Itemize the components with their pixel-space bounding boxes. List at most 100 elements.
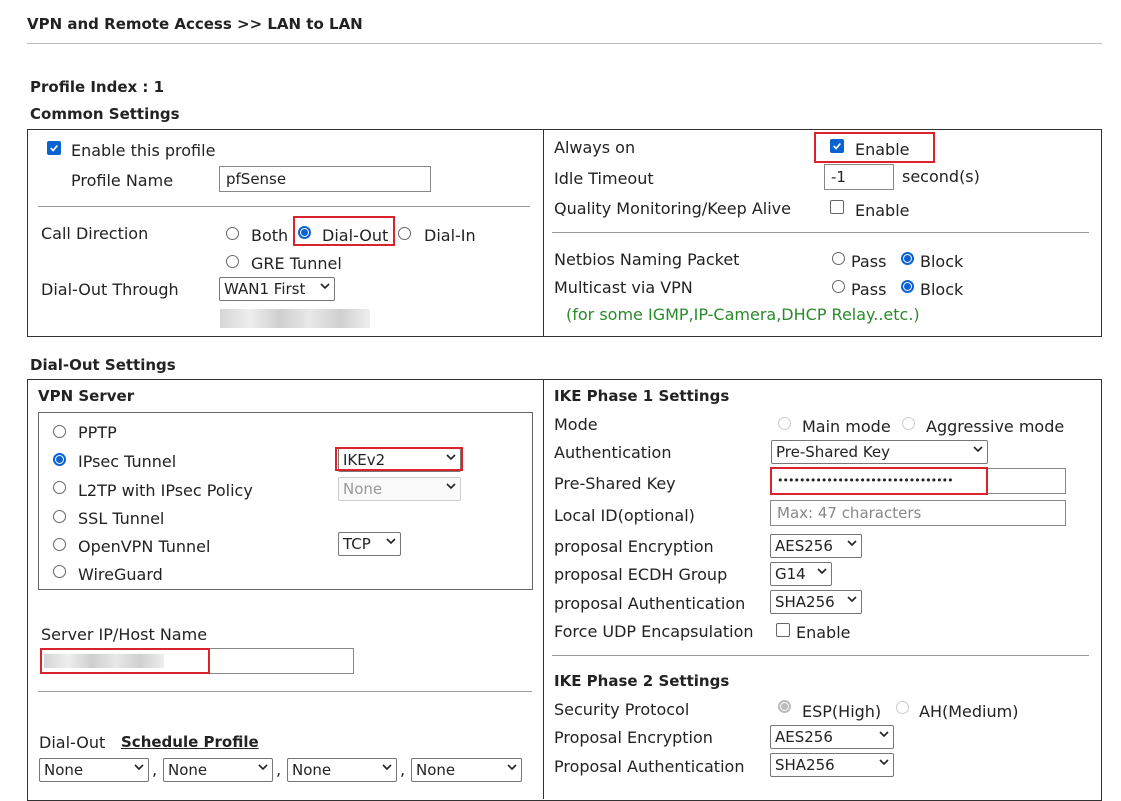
vpn-pptp-radio[interactable] — [53, 425, 66, 438]
ike2-enc-select[interactable]: AES256 — [770, 725, 894, 749]
ike1-aggressive-mode-label: Aggressive mode — [926, 417, 1065, 436]
enable-profile-checkbox[interactable] — [47, 141, 61, 155]
schedule-sep-2: , — [276, 760, 282, 779]
ike1-auth2-value: SHA256 — [775, 593, 835, 611]
ike1-auth-select[interactable]: Pre-Shared Key — [771, 440, 988, 464]
server-divider — [38, 691, 532, 692]
vpn-ssl-radio[interactable] — [53, 510, 66, 523]
ike1-auth2-select[interactable]: SHA256 — [770, 590, 862, 614]
chevron-down-icon — [320, 281, 330, 291]
netbios-label: Netbios Naming Packet — [554, 250, 740, 269]
ike1-local-id-label: Local ID(optional) — [554, 506, 695, 525]
multicast-pass-radio[interactable] — [832, 280, 845, 293]
ike1-udp-enable-label: Enable — [796, 623, 851, 642]
vpn-wireguard-radio[interactable] — [53, 565, 66, 578]
ike2-auth-value: SHA256 — [775, 756, 835, 774]
dialout-schedule-label: Dial-Out — [39, 733, 106, 752]
dialout-settings-title: Dial-Out Settings — [30, 356, 176, 374]
ike1-ecdh-label: proposal ECDH Group — [554, 565, 728, 584]
multicast-pass-label: Pass — [851, 280, 887, 299]
openvpn-proto-select[interactable]: TCP — [338, 532, 401, 556]
ike1-psk-label: Pre-Shared Key — [554, 474, 676, 493]
dialout-column-divider — [543, 379, 544, 799]
idle-timeout-unit: second(s) — [902, 167, 980, 186]
dial-out-through-label: Dial-Out Through — [41, 280, 179, 299]
chevron-down-icon — [879, 757, 889, 767]
common-settings-title: Common Settings — [30, 105, 180, 123]
quality-monitoring-enable-label: Enable — [855, 201, 910, 220]
schedule-profile-link[interactable]: Schedule Profile — [121, 733, 259, 751]
ike1-enc-value: AES256 — [775, 537, 833, 555]
ike1-main-mode-label: Main mode — [802, 417, 891, 436]
chevron-down-icon — [817, 566, 827, 576]
vpn-openvpn-radio[interactable] — [53, 538, 66, 551]
vpn-openvpn-label: OpenVPN Tunnel — [78, 537, 211, 556]
l2tp-policy-select[interactable]: None — [338, 477, 461, 501]
quality-monitoring-checkbox[interactable] — [830, 200, 844, 214]
ike1-main-mode-radio[interactable] — [778, 417, 791, 430]
chevron-down-icon — [386, 536, 396, 546]
ipsec-mode-highlight — [335, 447, 463, 471]
schedule-value-3: None — [292, 761, 332, 779]
vpn-ipsec-radio[interactable] — [53, 453, 66, 466]
ike2-esp-label: ESP(High) — [802, 702, 882, 721]
common-column-divider — [543, 129, 544, 336]
call-direction-dialin-label: Dial-In — [424, 226, 476, 245]
vpn-server-title: VPN Server — [38, 387, 135, 405]
ike1-title: IKE Phase 1 Settings — [554, 387, 730, 405]
call-direction-label: Call Direction — [41, 224, 149, 243]
ike1-auth-value: Pre-Shared Key — [776, 443, 891, 461]
ike1-udp-checkbox[interactable] — [776, 623, 790, 637]
call-direction-both-radio[interactable] — [226, 227, 239, 240]
schedule-select-4[interactable]: None — [411, 758, 522, 782]
ike1-mode-label: Mode — [554, 415, 598, 434]
ike1-auth2-label: proposal Authentication — [554, 594, 746, 613]
multicast-label: Multicast via VPN — [554, 278, 693, 297]
ike2-auth-select[interactable]: SHA256 — [770, 753, 894, 777]
schedule-select-2[interactable]: None — [163, 758, 273, 782]
server-ip-label: Server IP/Host Name — [41, 625, 208, 644]
redacted-wan-ip — [220, 309, 370, 328]
ike-divider — [552, 655, 1089, 656]
netbios-pass-radio[interactable] — [832, 252, 845, 265]
idle-timeout-label: Idle Timeout — [554, 169, 654, 188]
schedule-value-2: None — [168, 761, 208, 779]
vpn-l2tp-radio[interactable] — [53, 481, 66, 494]
ike1-enc-label: proposal Encryption — [554, 537, 714, 556]
always-on-highlight — [814, 132, 935, 163]
ike1-ecdh-select[interactable]: G14 — [770, 562, 832, 586]
ike2-esp-radio[interactable] — [778, 700, 791, 713]
call-direction-gre-radio[interactable] — [226, 255, 239, 268]
ike2-title: IKE Phase 2 Settings — [554, 672, 730, 690]
ike1-aggressive-mode-radio[interactable] — [902, 417, 915, 430]
schedule-select-1[interactable]: None — [39, 758, 149, 782]
netbios-block-label: Block — [920, 252, 964, 271]
vpn-ipsec-label: IPsec Tunnel — [78, 452, 177, 471]
schedule-sep-1: , — [152, 760, 158, 779]
header-divider — [27, 43, 1102, 44]
ike1-enc-select[interactable]: AES256 — [770, 534, 862, 558]
call-direction-both-label: Both — [251, 226, 289, 245]
call-direction-gre-label: GRE Tunnel — [251, 254, 342, 273]
ike2-auth-label: Proposal Authentication — [554, 757, 745, 776]
dialout-highlight — [293, 216, 395, 246]
vpn-pptp-label: PPTP — [78, 423, 117, 442]
idle-timeout-input[interactable]: -1 — [824, 164, 894, 190]
schedule-select-3[interactable]: None — [287, 758, 397, 782]
left-divider — [38, 206, 530, 207]
profile-name-input[interactable]: pfSense — [219, 166, 431, 192]
ike1-local-id-input[interactable]: Max: 47 characters — [770, 500, 1066, 526]
multicast-block-radio[interactable] — [901, 280, 914, 293]
call-direction-dialin-radio[interactable] — [398, 227, 411, 240]
common-settings-panel — [27, 129, 1102, 337]
always-on-label: Always on — [554, 138, 636, 157]
ike1-auth-label: Authentication — [554, 443, 672, 462]
ike2-ah-radio[interactable] — [896, 701, 909, 714]
ike1-udp-label: Force UDP Encapsulation — [554, 622, 754, 641]
netbios-block-radio[interactable] — [901, 252, 914, 265]
profile-name-label: Profile Name — [71, 171, 174, 190]
chevron-down-icon — [258, 762, 268, 772]
dial-out-through-select[interactable]: WAN1 First — [219, 277, 335, 301]
chevron-down-icon — [847, 594, 857, 604]
chevron-down-icon — [973, 444, 983, 454]
